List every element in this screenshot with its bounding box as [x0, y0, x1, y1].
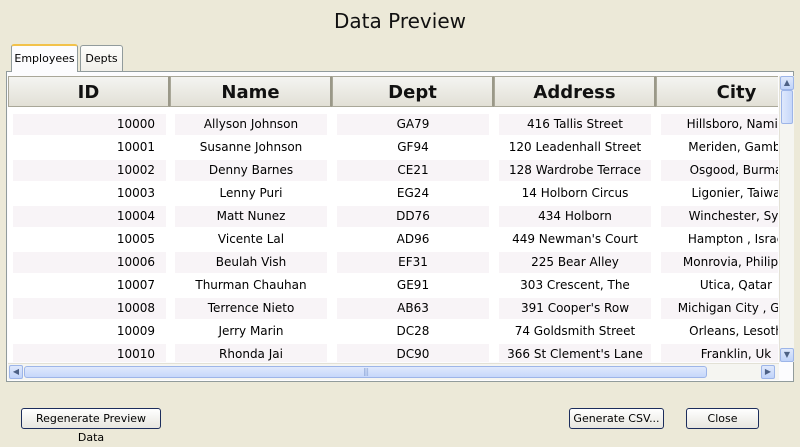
horizontal-scroll-thumb[interactable]: |||	[24, 366, 707, 378]
cell-id[interactable]: 10001	[13, 137, 166, 158]
tab-employees[interactable]: Employees	[11, 44, 78, 72]
table-row[interactable]: 10002 Denny Barnes CE21 128 Wardrobe Terrac…	[8, 159, 778, 182]
table-row[interactable]: 10008 Terrence Nieto AB63 391 Cooper's Row M…	[8, 297, 778, 320]
regenerate-preview-button[interactable]: Regenerate Preview Data	[21, 408, 161, 444]
cell-city[interactable]: Ligonier, Taiwa	[661, 183, 778, 204]
tab-depts[interactable]: Depts	[80, 45, 123, 71]
column-header-dept[interactable]: Dept	[332, 76, 494, 107]
cell-name[interactable]: Terrence Nieto	[175, 298, 327, 319]
cell-name[interactable]: Susanne Johnson	[175, 137, 327, 158]
table-header: ID Name Dept Address City	[8, 76, 778, 109]
cell-address[interactable]: 366 St Clement's Lane	[499, 344, 651, 362]
cell-city[interactable]: Franklin, Uk	[661, 344, 778, 362]
cell-name[interactable]: Denny Barnes	[175, 160, 327, 181]
cell-dept[interactable]: GE91	[337, 275, 489, 296]
cell-id[interactable]: 10006	[13, 252, 166, 273]
cell-dept[interactable]: EF31	[337, 252, 489, 273]
cell-city[interactable]: Hillsboro, Namib	[661, 114, 778, 135]
cell-address[interactable]: 434 Holborn	[499, 206, 651, 227]
table-body: 10000 Allyson Johnson GA79 416 Tallis Stree…	[8, 113, 778, 362]
generate-csv-button[interactable]: Generate CSV...	[569, 408, 664, 429]
cell-name[interactable]: Matt Nunez	[175, 206, 327, 227]
cell-dept[interactable]: DC28	[337, 321, 489, 342]
data-table: ID Name Dept Address City 10000 Allyson J…	[8, 76, 778, 362]
cell-id[interactable]: 10009	[13, 321, 166, 342]
cell-id[interactable]: 10008	[13, 298, 166, 319]
cell-id[interactable]: 10004	[13, 206, 166, 227]
tab-panel: ID Name Dept Address City 10000 Allyson J…	[6, 71, 794, 382]
table-row[interactable]: 10004 Matt Nunez DD76 434 Holborn Winchester…	[8, 205, 778, 228]
cell-address[interactable]: 416 Tallis Street	[499, 114, 651, 135]
cell-address[interactable]: 449 Newman's Court	[499, 229, 651, 250]
cell-name[interactable]: Lenny Puri	[175, 183, 327, 204]
table-row[interactable]: 10010 Rhonda Jai DC90 366 St Clement's Lane…	[8, 343, 778, 362]
table-row[interactable]: 10009 Jerry Marin DC28 74 Goldsmith Street O…	[8, 320, 778, 343]
cell-dept[interactable]: GA79	[337, 114, 489, 135]
cell-city[interactable]: Meriden, Gambi	[661, 137, 778, 158]
vertical-scroll-thumb[interactable]	[781, 90, 793, 124]
cell-address[interactable]: 120 Leadenhall Street	[499, 137, 651, 158]
cell-name[interactable]: Allyson Johnson	[175, 114, 327, 135]
cell-dept[interactable]: DC90	[337, 344, 489, 362]
column-header-city[interactable]: City	[656, 76, 778, 107]
table-row[interactable]: 10005 Vicente Lal AD96 449 Newman's Court Ha…	[8, 228, 778, 251]
cell-city[interactable]: Orleans, Lesoth	[661, 321, 778, 342]
cell-id[interactable]: 10010	[13, 344, 166, 362]
cell-dept[interactable]: AD96	[337, 229, 489, 250]
column-header-address[interactable]: Address	[494, 76, 656, 107]
cell-name[interactable]: Vicente Lal	[175, 229, 327, 250]
column-header-name[interactable]: Name	[170, 76, 332, 107]
table-row[interactable]: 10007 Thurman Chauhan GE91 303 Crescent, Th…	[8, 274, 778, 297]
cell-address[interactable]: 14 Holborn Circus	[499, 183, 651, 204]
close-button[interactable]: Close	[686, 408, 759, 429]
cell-id[interactable]: 10000	[13, 114, 166, 135]
cell-id[interactable]: 10005	[13, 229, 166, 250]
cell-name[interactable]: Beulah Vish	[175, 252, 327, 273]
vertical-scrollbar[interactable]: ▲ ▼	[779, 76, 794, 362]
scroll-up-icon[interactable]: ▲	[780, 76, 794, 90]
cell-address[interactable]: 74 Goldsmith Street	[499, 321, 651, 342]
cell-city[interactable]: Monrovia, Philippi	[661, 252, 778, 273]
column-header-id[interactable]: ID	[8, 76, 170, 107]
cell-dept[interactable]: GF94	[337, 137, 489, 158]
cell-address[interactable]: 128 Wardrobe Terrace	[499, 160, 651, 181]
window-title: Data Preview	[334, 9, 466, 33]
cell-name[interactable]: Thurman Chauhan	[175, 275, 327, 296]
cell-city[interactable]: Utica, Qatar	[661, 275, 778, 296]
cell-city[interactable]: Osgood, Burma	[661, 160, 778, 181]
cell-address[interactable]: 303 Crescent, The	[499, 275, 651, 296]
table-row[interactable]: 10000 Allyson Johnson GA79 416 Tallis Stree…	[8, 113, 778, 136]
scroll-left-icon[interactable]: ◀	[9, 365, 23, 379]
cell-dept[interactable]: CE21	[337, 160, 489, 181]
cell-id[interactable]: 10007	[13, 275, 166, 296]
cell-dept[interactable]: AB63	[337, 298, 489, 319]
scroll-right-icon[interactable]: ▶	[761, 365, 775, 379]
cell-dept[interactable]: EG24	[337, 183, 489, 204]
cell-city[interactable]: Winchester, Syr	[661, 206, 778, 227]
cell-dept[interactable]: DD76	[337, 206, 489, 227]
table-row[interactable]: 10001 Susanne Johnson GF94 120 Leadenhall S…	[8, 136, 778, 159]
table-row[interactable]: 10006 Beulah Vish EF31 225 Bear Alley Monrov…	[8, 251, 778, 274]
scroll-down-icon[interactable]: ▼	[780, 348, 794, 362]
cell-address[interactable]: 391 Cooper's Row	[499, 298, 651, 319]
cell-name[interactable]: Jerry Marin	[175, 321, 327, 342]
table-row[interactable]: 10003 Lenny Puri EG24 14 Holborn Circus Ligo…	[8, 182, 778, 205]
cell-id[interactable]: 10002	[13, 160, 166, 181]
cell-city[interactable]: Michigan City , Guy	[661, 298, 778, 319]
cell-id[interactable]: 10003	[13, 183, 166, 204]
cell-name[interactable]: Rhonda Jai	[175, 344, 327, 362]
cell-address[interactable]: 225 Bear Alley	[499, 252, 651, 273]
horizontal-scrollbar[interactable]: ◀ ||| ▶	[8, 363, 779, 380]
cell-city[interactable]: Hampton , Israe	[661, 229, 778, 250]
